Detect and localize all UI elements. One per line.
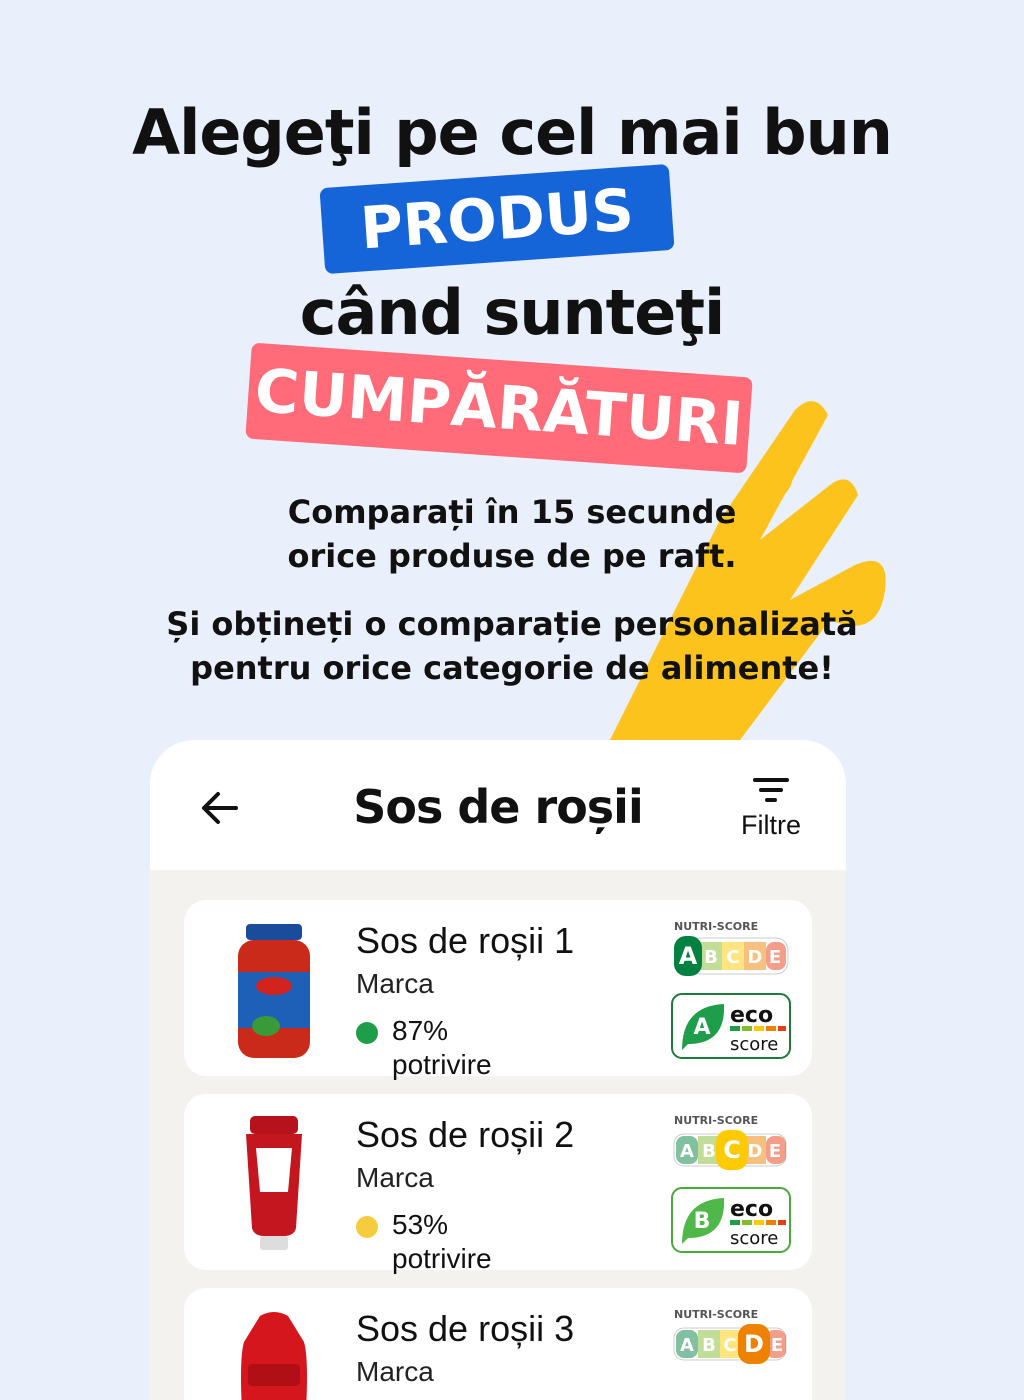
score-word: score [730, 1228, 778, 1249]
nutri-score-letter: A [680, 1335, 694, 1356]
nutri-score-title: NUTRI-SCORE [674, 920, 758, 933]
subtitle-1-line-b: orice produse de pe raft. [287, 537, 737, 575]
nutri-score-letter: E [769, 1141, 781, 1162]
product-brand: Marca [356, 1162, 434, 1193]
headline-line-2: când sunteţi [299, 276, 725, 349]
nutri-score-letter: E [771, 1335, 783, 1356]
nutri-score-title: NUTRI-SCORE [674, 1308, 758, 1321]
match-text: 87% potrivire [392, 1014, 552, 1082]
subtitle-2-line-a: Și obțineți o comparație personalizată [166, 605, 858, 643]
eco-word: eco [730, 1197, 773, 1222]
nutri-score-letter: D [748, 947, 763, 968]
filter-button[interactable]: Filtre [726, 776, 816, 841]
eco-word: eco [730, 1003, 773, 1028]
product-card[interactable]: Sos de roșii 3 Marca NUTRI-SCORE A B C D… [184, 1288, 812, 1400]
match-label: potrivire [392, 1049, 492, 1080]
eco-score-letter: B [694, 1209, 711, 1234]
match-indicator-dot [356, 1022, 378, 1044]
nutri-score-letter: C [723, 1136, 741, 1164]
nutri-score-letter: B [702, 1335, 716, 1356]
nutri-score-letter: D [744, 1330, 764, 1358]
product-brand: Marca [356, 1356, 434, 1387]
product-name: Sos de roșii 3 [356, 1308, 575, 1349]
nutri-score-badge: NUTRI-SCORE A B C D E [673, 1308, 787, 1364]
nutri-score-letter: A [680, 1141, 694, 1162]
back-arrow-icon[interactable] [198, 786, 242, 830]
filter-label: Filtre [741, 810, 801, 840]
match-label: potrivire [392, 1243, 492, 1274]
headline-line-1: Alegeţi pe cel mai bun [132, 96, 893, 169]
subtitle-1: Comparați în 15 secunde orice produse de… [0, 490, 1024, 578]
filter-icon [753, 778, 789, 802]
subtitle-2: Și obțineți o comparație personalizată p… [0, 602, 1024, 690]
nutri-score-letter: A [679, 942, 698, 970]
product-tag: PRODUS [319, 163, 675, 275]
nutri-score-letter: B [702, 1141, 716, 1162]
product-card[interactable]: Sos de roșii 2 Marca 53% potrivire NUTRI… [184, 1094, 812, 1274]
nutri-score-badge: NUTRI-SCORE A B C D E [674, 920, 789, 976]
nutri-score-letter: E [769, 947, 781, 968]
hero-section: Alegeţi pe cel mai bun PRODUS când sunte… [0, 0, 1024, 740]
eco-score-badge: A eco score [671, 993, 791, 1059]
nutri-score-letter: C [723, 1335, 736, 1356]
app-bar: Sos de roșii Filtre [150, 740, 846, 870]
eco-score-badge: B eco score [671, 1187, 791, 1253]
subtitle-1-line-a: Comparați în 15 secunde [287, 493, 737, 531]
sauce-bottle-image [241, 1312, 307, 1400]
match-percent: 87% [392, 1015, 449, 1046]
eco-score-letter: A [693, 1015, 710, 1040]
shopping-tag: CUMPĂRĂTURI [245, 342, 753, 474]
product-name: Sos de roșii 2 [356, 1114, 575, 1155]
phone-screen: Sos de roșii Filtre Sos de roșii 1 Marca… [150, 740, 846, 1400]
product-brand: Marca [356, 968, 434, 999]
match-percent: 53% [392, 1209, 449, 1240]
match-text: 53% potrivire [392, 1208, 552, 1276]
page-title: Sos de roșii [353, 780, 643, 834]
match-indicator-dot [356, 1216, 378, 1238]
sauce-jar-image [238, 924, 310, 1058]
nutri-score-badge: NUTRI-SCORE A B C D E [673, 1114, 787, 1170]
nutri-score-letter: C [726, 947, 739, 968]
product-name: Sos de roșii 1 [356, 920, 575, 961]
subtitle-2-line-b: pentru orice categorie de alimente! [190, 649, 834, 687]
nutri-score-letter: D [748, 1141, 763, 1162]
ketchup-bottle-image [246, 1116, 302, 1250]
product-card[interactable]: Sos de roșii 1 Marca 87% potrivire NUTRI… [184, 900, 812, 1080]
nutri-score-letter: B [704, 947, 718, 968]
nutri-score-title: NUTRI-SCORE [674, 1114, 758, 1127]
score-word: score [730, 1034, 778, 1055]
